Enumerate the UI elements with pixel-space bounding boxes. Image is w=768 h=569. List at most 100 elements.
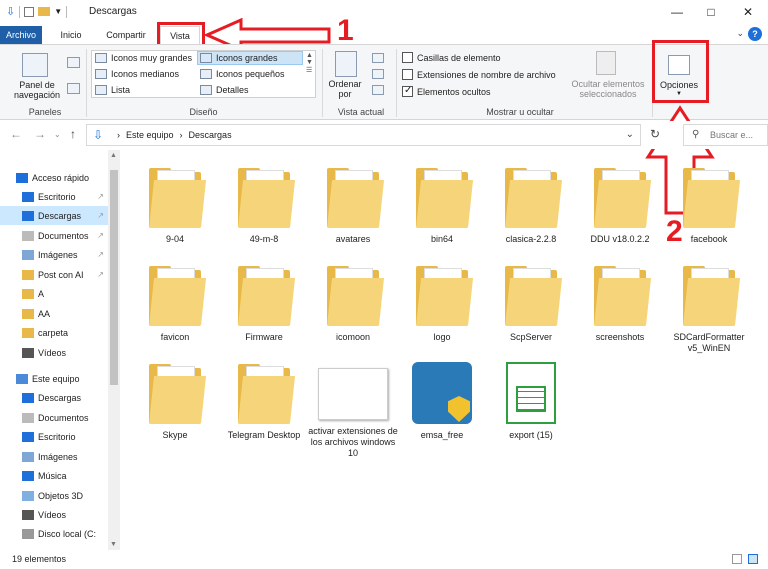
file-item[interactable]: Firmware bbox=[219, 264, 309, 343]
checkbox[interactable] bbox=[402, 52, 413, 63]
file-extensions-toggle[interactable]: Extensiones de nombre de archivo bbox=[402, 69, 556, 80]
file-item[interactable]: avatares bbox=[308, 166, 398, 245]
file-name: export (15) bbox=[509, 430, 553, 440]
details-icon bbox=[200, 85, 212, 95]
sidebar-item[interactable]: Vídeos bbox=[0, 343, 108, 362]
file-item[interactable]: icomoon bbox=[308, 264, 398, 343]
sidebar-item[interactable]: Música bbox=[0, 466, 108, 485]
layout-list[interactable]: Lista bbox=[95, 85, 130, 95]
file-item[interactable]: 9-04 bbox=[130, 166, 220, 245]
forward-arrow-icon[interactable]: → bbox=[34, 127, 46, 141]
item-checkboxes-toggle[interactable]: Casillas de elemento bbox=[402, 52, 501, 63]
sort-by-icon[interactable] bbox=[335, 51, 357, 77]
sidebar-item[interactable]: Post con AI ↗ bbox=[0, 265, 108, 284]
sidebar-item[interactable]: Imágenes ↗ bbox=[0, 245, 108, 264]
recent-dropdown-icon[interactable]: ⌄ bbox=[54, 130, 61, 139]
file-item[interactable]: SDCardFormatter v5_WinEN bbox=[664, 264, 754, 354]
sidebar-item[interactable]: carpeta bbox=[0, 323, 108, 342]
new-folder-icon[interactable] bbox=[38, 7, 51, 16]
sidebar-item[interactable]: AA bbox=[0, 304, 108, 323]
sidebar-item[interactable]: Escritorio bbox=[0, 427, 108, 446]
file-item[interactable]: export (15) bbox=[486, 362, 576, 441]
address-dropdown-icon[interactable]: ⌄ bbox=[626, 129, 634, 140]
search-input[interactable]: ⚲ Buscar e... bbox=[683, 124, 768, 146]
tab-home[interactable]: Inicio bbox=[53, 26, 89, 44]
group-by-icon[interactable] bbox=[372, 53, 384, 63]
layout-small-icons[interactable]: Iconos pequeños bbox=[200, 69, 285, 79]
refresh-icon[interactable]: ↻ bbox=[650, 127, 660, 141]
close-button[interactable]: ✕ bbox=[731, 0, 765, 24]
file-item[interactable]: clasica-2.2.8 bbox=[486, 166, 576, 245]
sidebar-scrollbar[interactable]: ▲ ▼ bbox=[108, 150, 120, 550]
details-view-icon[interactable] bbox=[732, 554, 742, 564]
sidebar-item-label: Vídeos bbox=[38, 347, 67, 358]
layout-medium-icons[interactable]: Iconos medianos bbox=[95, 69, 179, 79]
breadcrumb-current[interactable]: Descargas bbox=[189, 130, 232, 140]
tab-share[interactable]: Compartir bbox=[100, 26, 152, 44]
chevron-down-icon[interactable]: ⌄ bbox=[736, 28, 744, 39]
sidebar-item[interactable]: Descargas bbox=[0, 388, 108, 407]
checkbox[interactable] bbox=[402, 69, 413, 80]
up-arrow-icon[interactable]: ↑ bbox=[70, 127, 76, 141]
sidebar-item[interactable]: Este equipo bbox=[0, 369, 108, 388]
file-item[interactable]: logo bbox=[397, 264, 487, 343]
sidebar-item[interactable]: Documentos ↗ bbox=[0, 226, 108, 245]
checkbox-checked[interactable] bbox=[402, 85, 413, 97]
layout-large-icons[interactable]: Iconos grandes bbox=[197, 51, 303, 65]
customize-dropdown-icon[interactable]: ▼ bbox=[54, 7, 62, 16]
scroll-up-icon[interactable]: ▲ bbox=[110, 152, 117, 159]
file-item[interactable]: emsa_free bbox=[397, 362, 487, 441]
hide-selected-button[interactable]: Ocultar elementos seleccionados bbox=[566, 79, 650, 99]
scroll-down-icon[interactable]: ▼ bbox=[110, 541, 117, 548]
sidebar-item[interactable]: Acceso rápido bbox=[0, 168, 108, 187]
folder-icon bbox=[594, 264, 652, 326]
back-arrow-icon[interactable]: ← bbox=[10, 127, 22, 141]
breadcrumb-root[interactable]: Este equipo bbox=[126, 130, 174, 140]
hide-selected-icon[interactable] bbox=[596, 51, 616, 75]
star-icon bbox=[16, 172, 28, 183]
separator bbox=[66, 5, 68, 18]
file-item[interactable]: 49-m-8 bbox=[219, 166, 309, 245]
sidebar-item[interactable]: Descargas ↗ bbox=[0, 206, 108, 225]
sidebar-item-label: Imágenes bbox=[38, 249, 78, 260]
sidebar-item[interactable]: Vídeos bbox=[0, 505, 108, 524]
navigation-pane-button[interactable]: Panel de navegación bbox=[6, 80, 68, 100]
sidebar-item[interactable]: Escritorio ↗ bbox=[0, 187, 108, 206]
sidebar-item-label: Documentos bbox=[38, 230, 89, 241]
gallery-scroll-icon[interactable]: ▲ ▼ ☰ bbox=[306, 52, 313, 74]
medium-icons-icon bbox=[95, 69, 107, 79]
file-item[interactable]: ScpServer bbox=[486, 264, 576, 343]
sidebar-item[interactable]: Imágenes bbox=[0, 447, 108, 466]
help-icon[interactable]: ? bbox=[748, 27, 762, 41]
size-columns-icon[interactable] bbox=[372, 85, 384, 95]
file-item[interactable]: DDU v18.0.2.2 bbox=[575, 166, 665, 245]
add-columns-icon[interactable] bbox=[372, 69, 384, 79]
preview-pane-icon[interactable] bbox=[67, 57, 80, 68]
properties-icon[interactable] bbox=[24, 6, 35, 17]
layout-details[interactable]: Detalles bbox=[200, 85, 249, 95]
sidebar-item[interactable]: Documentos bbox=[0, 408, 108, 427]
large-icons-view-icon[interactable] bbox=[748, 554, 758, 564]
list-icon bbox=[95, 85, 107, 95]
file-item[interactable]: Telegram Desktop bbox=[219, 362, 309, 441]
file-item[interactable]: facebook bbox=[664, 166, 754, 245]
sort-by-button[interactable]: Ordenar por bbox=[328, 79, 362, 99]
sidebar-item[interactable]: Disco local (C: bbox=[0, 524, 108, 543]
navigation-pane-icon[interactable] bbox=[22, 53, 48, 77]
file-item[interactable]: Skype bbox=[130, 362, 220, 441]
file-item[interactable]: bin64 bbox=[397, 166, 487, 245]
minimize-button[interactable]: — bbox=[660, 0, 694, 24]
sidebar-item[interactable]: A bbox=[0, 284, 108, 303]
sidebar-item[interactable]: Objetos 3D bbox=[0, 486, 108, 505]
maximize-button[interactable]: □ bbox=[694, 0, 728, 24]
scroll-thumb[interactable] bbox=[110, 170, 118, 385]
details-pane-icon[interactable] bbox=[67, 83, 80, 94]
file-item[interactable]: favicon bbox=[130, 264, 220, 343]
hidden-items-toggle[interactable]: Elementos ocultos bbox=[402, 85, 491, 97]
address-bar[interactable]: ⇩ › Este equipo › Descargas ⌄ bbox=[86, 124, 641, 146]
file-item[interactable]: screenshots bbox=[575, 264, 665, 343]
file-name: clasica-2.2.8 bbox=[505, 234, 557, 244]
layout-extra-large-icons[interactable]: Iconos muy grandes bbox=[95, 53, 192, 63]
file-item[interactable]: activar extensiones de los archivos wind… bbox=[308, 362, 398, 459]
tab-file[interactable]: Archivo bbox=[0, 26, 42, 44]
